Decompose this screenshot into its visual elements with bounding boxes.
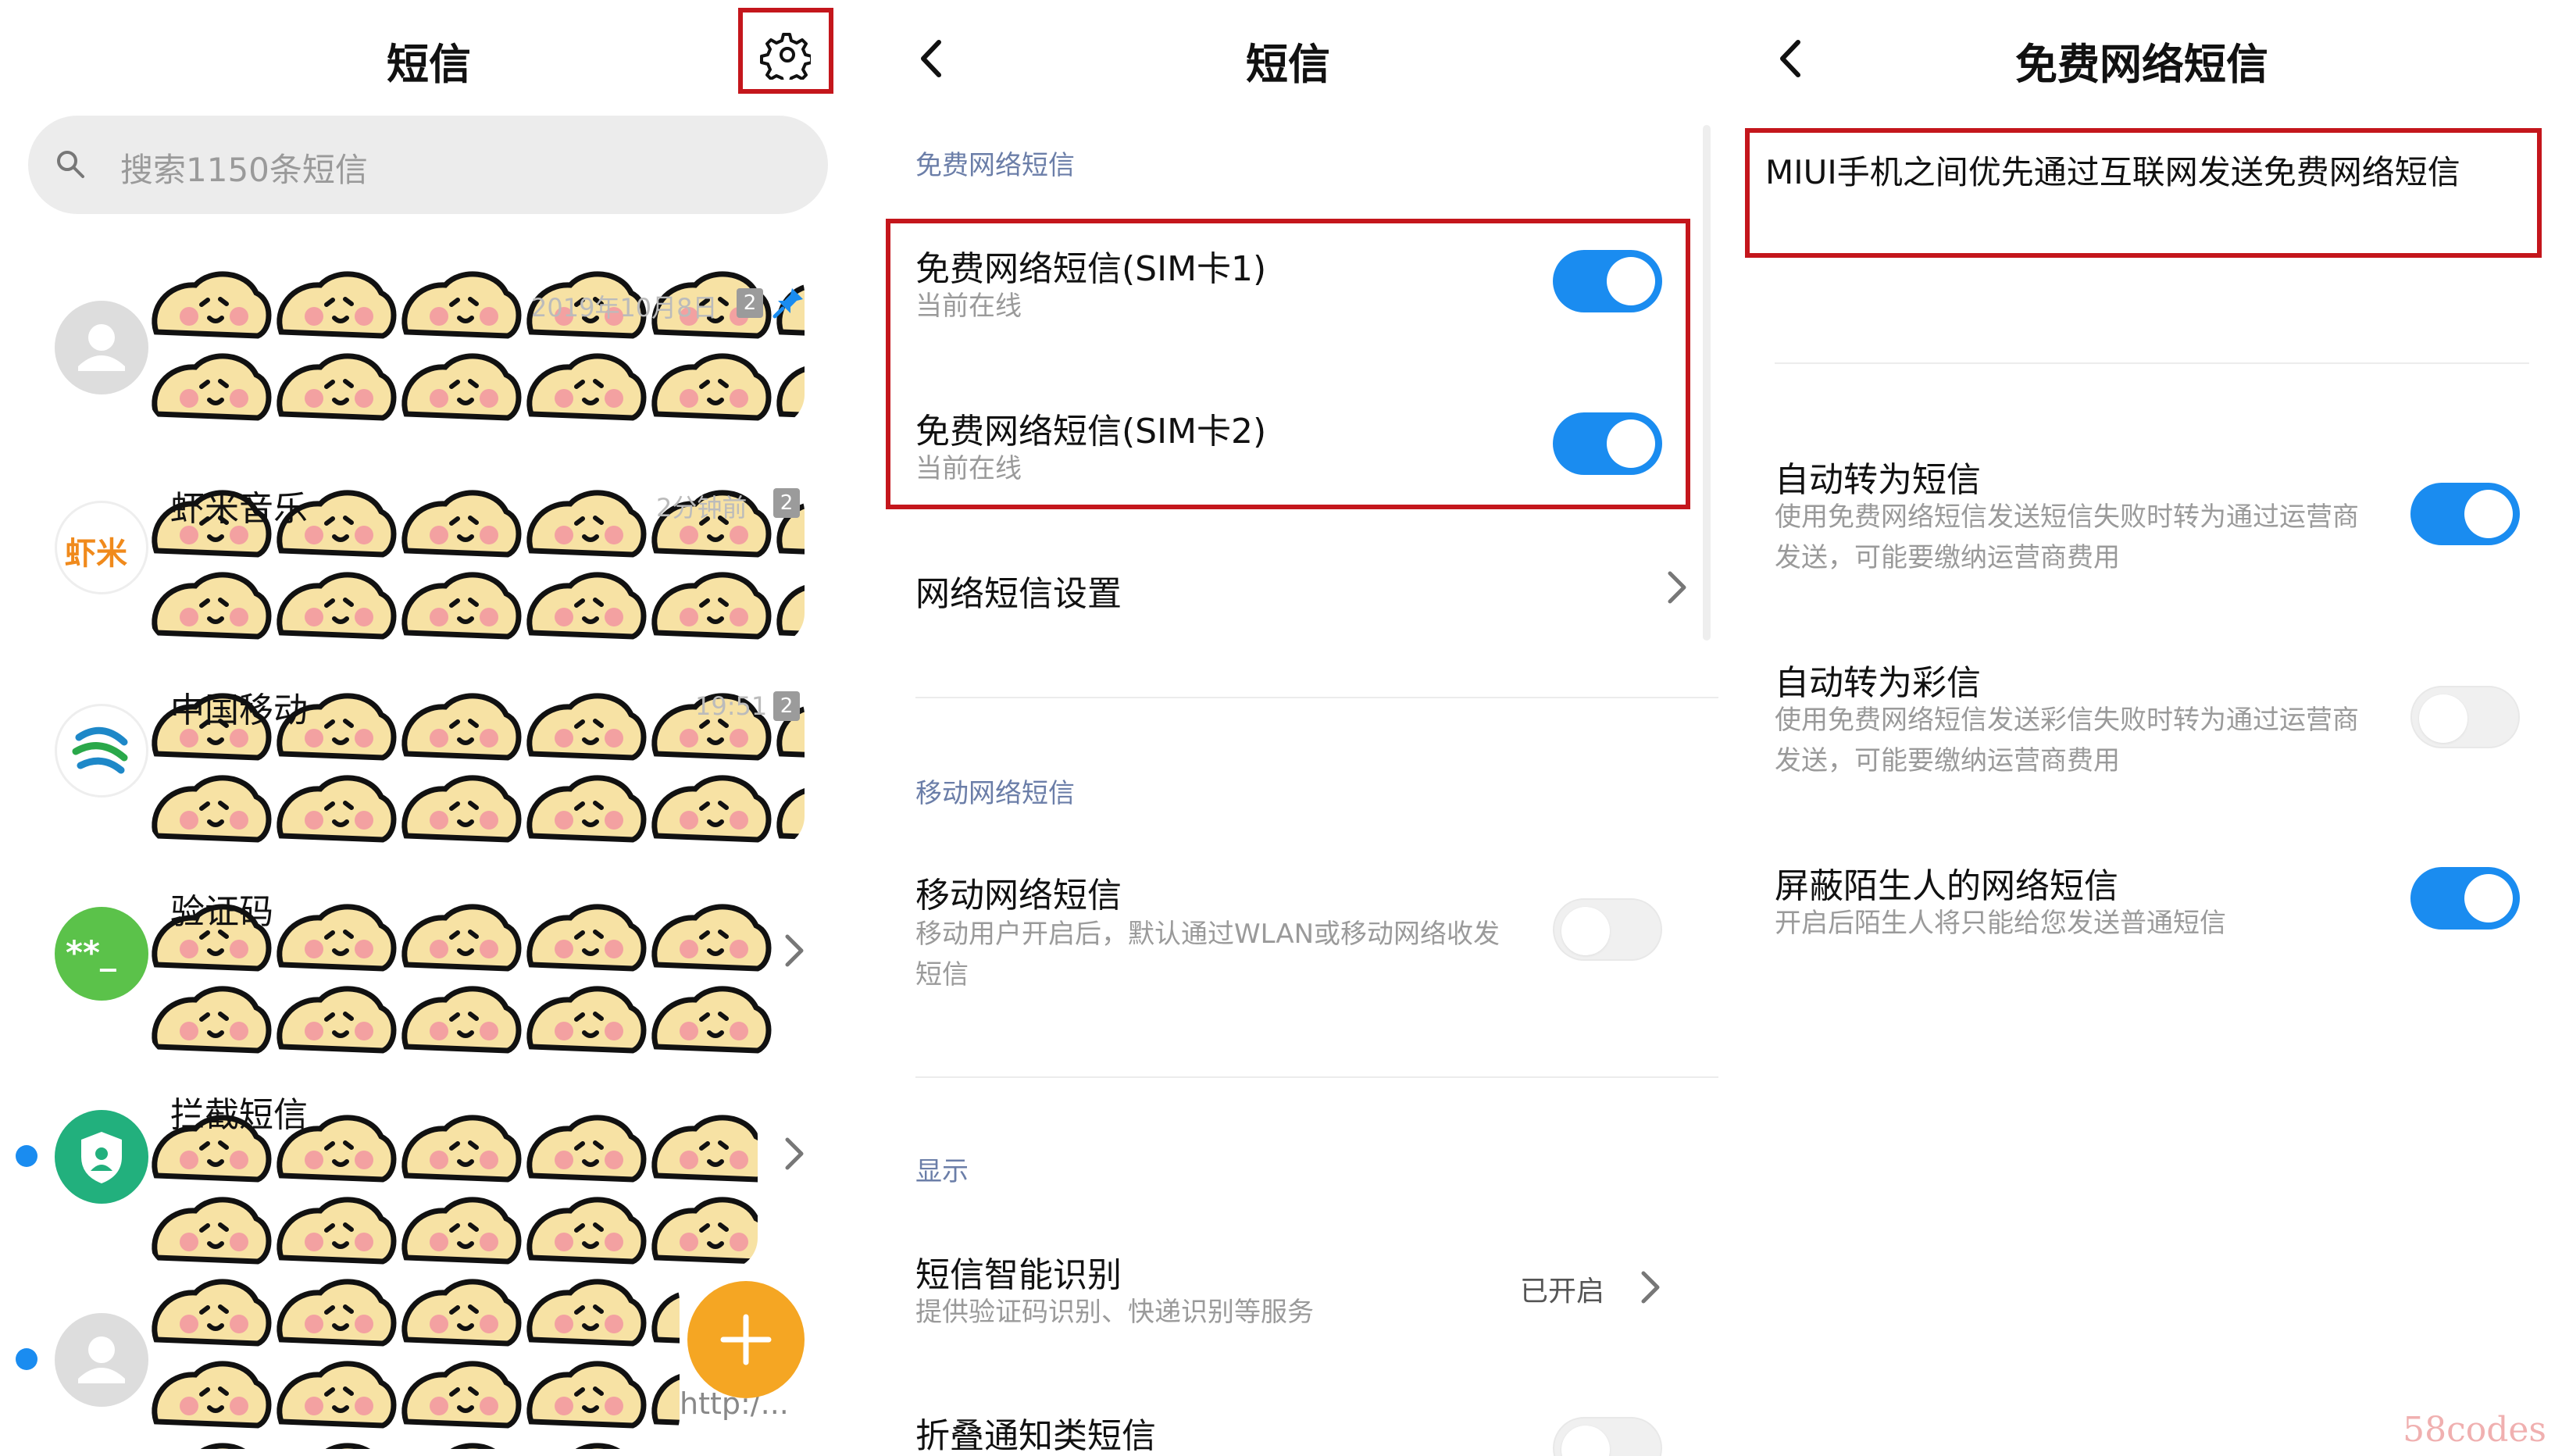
sim1-toggle[interactable] [1553, 250, 1662, 312]
back-arrow-icon[interactable] [906, 31, 961, 86]
search-icon [57, 151, 84, 178]
watermark: 58codes [2403, 1410, 2546, 1450]
sticker-image [148, 262, 805, 426]
avatar [55, 1313, 148, 1407]
unread-dot [16, 1348, 37, 1370]
auto-sms-toggle[interactable] [2410, 483, 2520, 545]
mobile-sms-title: 移动网络短信 [915, 876, 1122, 915]
conversation-row[interactable]: 2019年10月8日 2 [0, 246, 859, 441]
china-mobile-logo-icon [55, 704, 148, 798]
page-title: 短信 [1246, 40, 1330, 89]
new-message-button[interactable] [687, 1281, 805, 1398]
sticker-image [148, 1269, 680, 1449]
auto-sms-subtitle: 使用免费网络短信发送短信失败时转为通过运营商发送，可能要缴纳运营商费用 [1775, 501, 2359, 573]
settings-gear-icon[interactable] [759, 28, 813, 86]
smart-recognition-value[interactable]: 已开启 [1520, 1269, 1604, 1309]
sim2-status: 当前在线 [915, 453, 1022, 484]
chevron-right-icon [1640, 1270, 1662, 1304]
mobile-sms-toggle[interactable] [1553, 898, 1662, 961]
search-placeholder: 搜索1150条短信 [120, 151, 368, 189]
auto-mms-subtitle: 使用免费网络短信发送彩信失败时转为通过运营商发送，可能要缴纳运营商费用 [1775, 705, 2359, 776]
chevron-right-icon [784, 1137, 806, 1171]
shield-icon [55, 1110, 148, 1204]
conversation-row[interactable]: 中国移动 19:51 2 [0, 652, 859, 848]
chevron-right-icon [1667, 570, 1689, 605]
divider [1775, 362, 2529, 364]
smart-recognition-title: 短信智能识别 [915, 1255, 1122, 1295]
avatar: **_ [55, 907, 148, 1001]
sim1-title: 免费网络短信(SIM卡1) [915, 249, 1267, 289]
free-network-sms-panel: 免费网络短信 MIUI手机之间优先通过互联网发送免费网络短信 自动转为短信 使用… [1718, 0, 2562, 1456]
sim2-toggle[interactable] [1553, 412, 1662, 475]
sim-badge: 2 [773, 691, 800, 721]
auto-sms-title: 自动转为短信 [1775, 460, 1981, 500]
intro-text: MIUI手机之间优先通过互联网发送免费网络短信 [1765, 153, 2460, 191]
auto-mms-toggle[interactable] [2410, 686, 2520, 748]
divider [915, 697, 1718, 698]
fold-notification-toggle[interactable] [1553, 1417, 1662, 1456]
section-header-display: 显示 [915, 1156, 969, 1187]
chevron-right-icon [784, 933, 806, 968]
block-strangers-subtitle: 开启后陌生人将只能给您发送普通短信 [1775, 908, 2226, 939]
contact-name: 拦截短信 [170, 1095, 308, 1135]
auto-mms-title: 自动转为彩信 [1775, 663, 1981, 703]
network-sms-settings-row[interactable]: 网络短信设置 [886, 547, 1690, 633]
sim2-title: 免费网络短信(SIM卡2) [915, 412, 1267, 451]
page-title: 免费网络短信 [2015, 40, 2268, 89]
back-arrow-icon[interactable] [1765, 31, 1820, 86]
conversation-row[interactable]: **_ 验证码 [0, 855, 859, 1058]
conversation-list-panel: 短信 搜索1150条短信 2019年10月8日 2 虾米 虾米音乐 2分钟前 2… [0, 0, 859, 1456]
section-header-free: 免费网络短信 [915, 150, 1075, 181]
message-time: 2分钟前 [656, 493, 748, 523]
network-sms-settings-label: 网络短信设置 [915, 574, 1122, 614]
message-time: 19:51 [695, 691, 768, 721]
contact-name: 验证码 [170, 892, 273, 932]
divider [915, 1076, 1718, 1078]
sim1-status: 当前在线 [915, 291, 1022, 322]
section-header-mobile: 移动网络短信 [915, 778, 1075, 809]
mobile-sms-subtitle: 移动用户开启后，默认通过WLAN或移动网络收发短信 [915, 919, 1500, 990]
contact-name: 虾米音乐 [170, 489, 308, 529]
avatar [55, 301, 148, 394]
message-time: 2019年10月8日 [531, 293, 718, 323]
smart-recognition-subtitle: 提供验证码识别、快递识别等服务 [915, 1297, 1314, 1328]
sim-badge: 2 [737, 288, 763, 318]
page-title: 短信 [387, 40, 471, 89]
search-bar[interactable]: 搜索1150条短信 [28, 116, 828, 214]
conversation-row[interactable]: 虾米 虾米音乐 2分钟前 2 [0, 449, 859, 644]
block-strangers-toggle[interactable] [2410, 867, 2520, 930]
conversation-row[interactable]: 拦截短信 [0, 1058, 859, 1269]
sms-settings-panel: 短信 免费网络短信 免费网络短信(SIM卡1) 当前在线 免费网络短信(SIM卡… [859, 0, 1718, 1456]
avatar-text: 虾米 [65, 536, 127, 572]
fold-notification-title: 折叠通知类短信 [915, 1416, 1156, 1456]
avatar-text: **_ [66, 933, 116, 972]
scrollbar[interactable] [1703, 125, 1711, 641]
block-strangers-title: 屏蔽陌生人的网络短信 [1775, 866, 2118, 906]
unread-dot [16, 1145, 37, 1167]
pin-icon [773, 288, 803, 319]
plus-icon [720, 1314, 772, 1365]
sim-badge: 2 [773, 488, 800, 518]
avatar: 虾米 [55, 501, 148, 594]
contact-name: 中国移动 [170, 691, 308, 730]
